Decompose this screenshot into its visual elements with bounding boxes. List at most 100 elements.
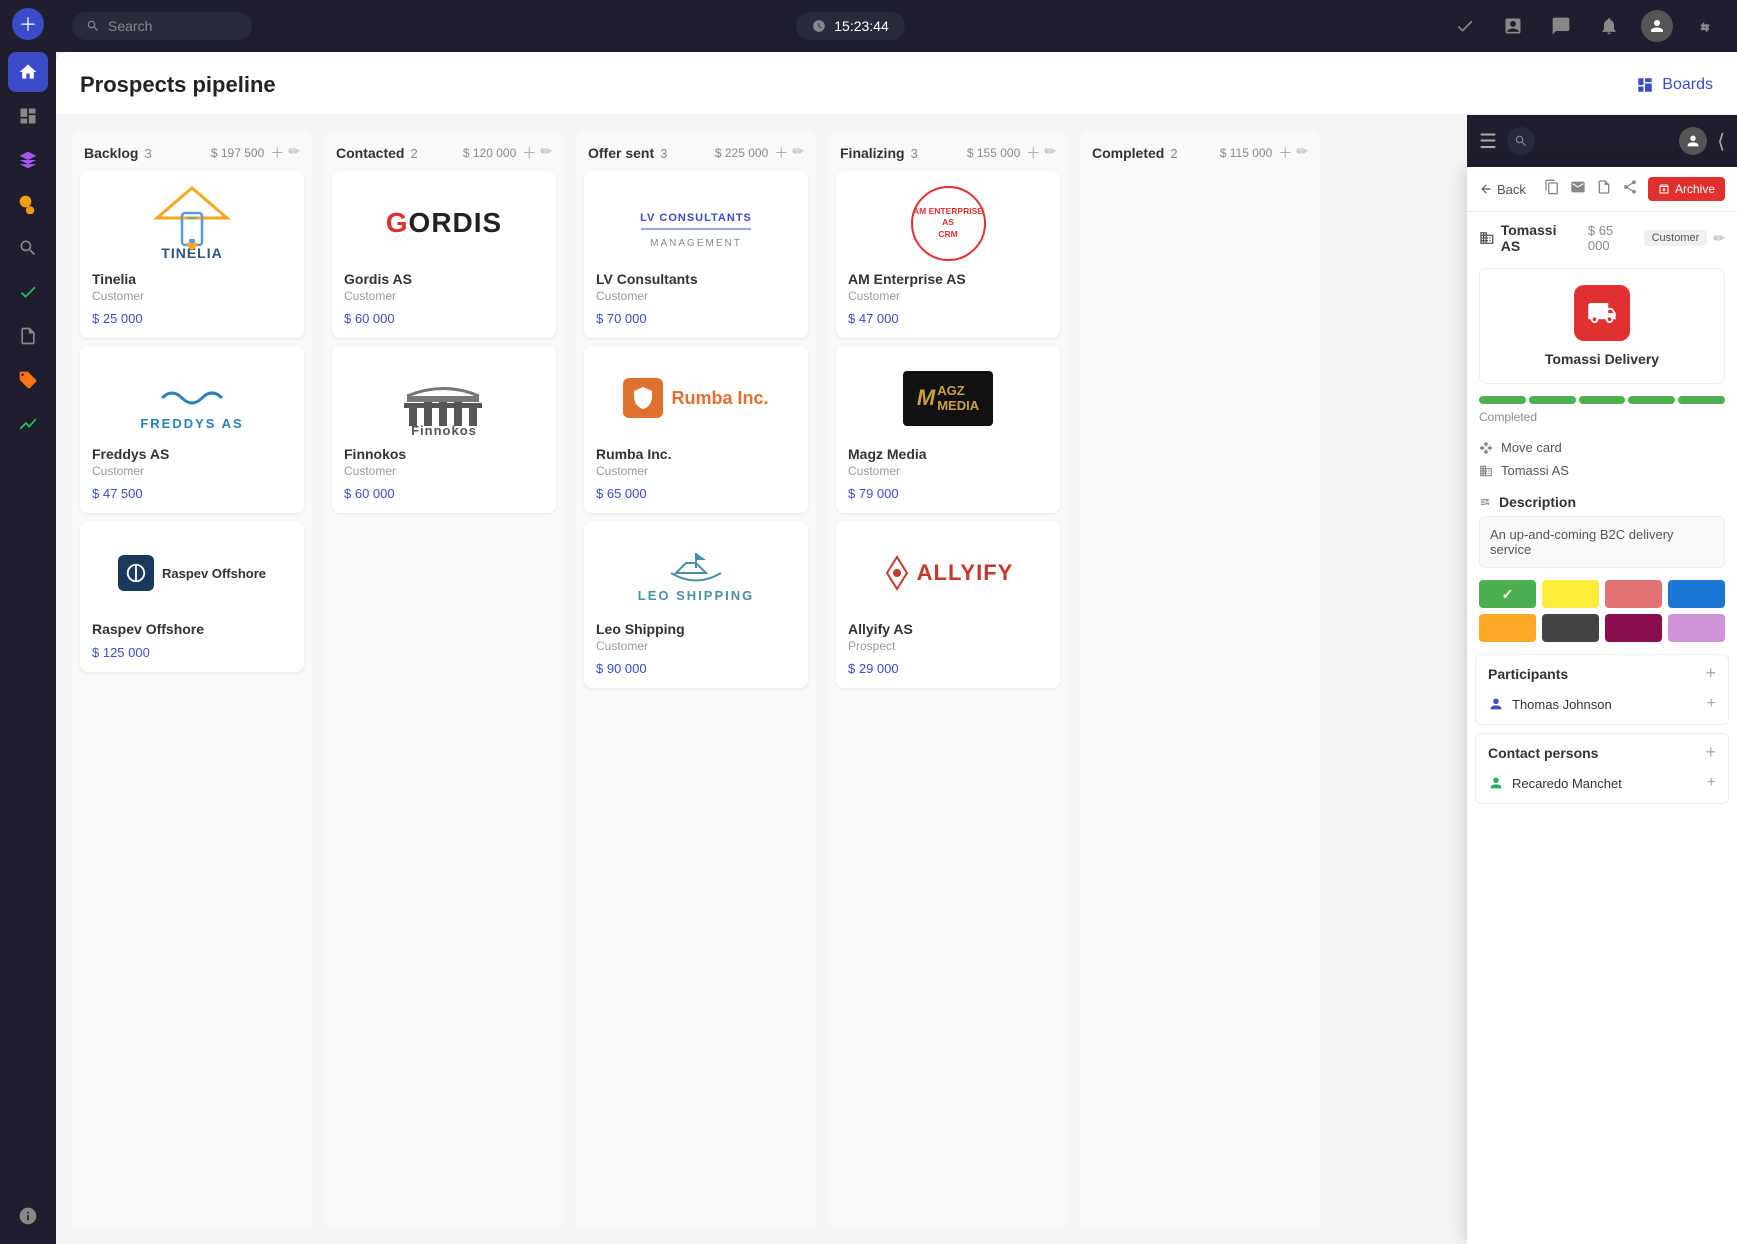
column-offer-sent: Offer sent 3 $ 225 000 ＋ ✏ [576, 131, 816, 1228]
topbar-chat-icon[interactable] [1545, 10, 1577, 42]
card-name-lv: LV Consultants [596, 271, 796, 287]
col-title-contacted: Contacted [336, 145, 404, 161]
panel-file-icon[interactable] [1596, 179, 1612, 200]
panel-action-icons: Archive [1544, 177, 1725, 201]
back-label: Back [1497, 182, 1526, 197]
sidebar-item-analytics[interactable] [8, 404, 48, 444]
card-freddys[interactable]: FREDDYS AS Freddys AS Customer $ 47 500 [80, 346, 304, 513]
column-contacted: Contacted 2 $ 120 000 ＋ ✏ [324, 131, 564, 1228]
color-yellow[interactable] [1542, 580, 1599, 608]
color-red-light[interactable] [1605, 580, 1662, 608]
panel-copy-icon[interactable] [1544, 179, 1560, 200]
description-box[interactable]: An up-and-coming B2C delivery service [1479, 516, 1725, 568]
topbar-tasks-icon[interactable] [1449, 10, 1481, 42]
sidebar-item-tags[interactable] [8, 360, 48, 400]
topbar-bell-icon[interactable] [1593, 10, 1625, 42]
panel-collapse-icon[interactable]: ⟨ [1717, 129, 1725, 154]
card-amount-rumba: $ 65 000 [596, 486, 796, 501]
sidebar-add-button[interactable]: ＋ [12, 8, 44, 40]
col-add-offer-sent[interactable]: ＋ [774, 143, 788, 163]
participants-section: Participants + Thomas Johnson + [1475, 654, 1729, 725]
company-amount: $ 65 000 [1588, 223, 1638, 253]
col-edit-finalizing[interactable]: ✏ [1044, 143, 1056, 163]
sidebar: ＋ [0, 0, 56, 1244]
color-orange[interactable] [1479, 614, 1536, 642]
panel-action-bar: Back [1467, 167, 1737, 212]
company-edit-icon[interactable]: ✏ [1713, 230, 1725, 247]
boards-label: Boards [1662, 76, 1713, 94]
card-finnokos[interactable]: Finnokos Finnokos Customer $ 60 000 [332, 346, 556, 513]
move-card-label: Move card [1501, 440, 1562, 455]
topbar-collapse-icon[interactable] [1689, 10, 1721, 42]
company-link-icon [1479, 464, 1493, 478]
col-edit-offer-sent[interactable]: ✏ [792, 143, 804, 163]
col-amount-finalizing: $ 155 000 [967, 146, 1020, 160]
panel-search-icon[interactable] [1507, 127, 1535, 155]
progress-status: Completed [1479, 410, 1725, 424]
col-add-backlog[interactable]: ＋ [270, 143, 284, 163]
user-avatar[interactable] [1641, 10, 1673, 42]
sidebar-item-search[interactable] [8, 228, 48, 268]
col-edit-completed[interactable]: ✏ [1296, 143, 1308, 163]
add-contact-icon[interactable]: + [1705, 742, 1716, 763]
col-add-finalizing[interactable]: ＋ [1026, 143, 1040, 163]
boards-button[interactable]: Boards [1636, 76, 1713, 94]
sidebar-item-docs[interactable] [8, 316, 48, 356]
card-lv-consultants[interactable]: LV CONSULTANTS MANAGEMENT LV Consultants… [584, 171, 808, 338]
color-dark[interactable] [1542, 614, 1599, 642]
archive-button[interactable]: Archive [1648, 177, 1725, 201]
card-name-am: AM Enterprise AS [848, 271, 1048, 287]
sidebar-item-home[interactable] [8, 52, 48, 92]
column-finalizing: Finalizing 3 $ 155 000 ＋ ✏ [828, 131, 1068, 1228]
archive-label: Archive [1675, 182, 1715, 196]
move-card-row[interactable]: Move card [1479, 436, 1725, 459]
col-add-contacted[interactable]: ＋ [522, 143, 536, 163]
remove-contact-icon[interactable]: + [1707, 774, 1716, 792]
company-row: Tomassi AS $ 65 000 Customer ✏ [1467, 212, 1737, 264]
card-leo-shipping[interactable]: LEO SHIPPING Leo Shipping Customer $ 90 … [584, 521, 808, 688]
add-participant-icon[interactable]: + [1705, 663, 1716, 684]
col-edit-contacted[interactable]: ✏ [540, 143, 552, 163]
remove-participant-icon[interactable]: + [1707, 695, 1716, 713]
back-button[interactable]: Back [1479, 182, 1526, 197]
color-green[interactable]: ✓ [1479, 580, 1536, 608]
card-allyify[interactable]: ALLYIFY Allyify AS Prospect $ 29 000 [836, 521, 1060, 688]
search-box[interactable]: Search [72, 12, 252, 40]
search-label: Search [108, 18, 152, 34]
column-body-offer-sent: LV CONSULTANTS MANAGEMENT LV Consultants… [576, 171, 816, 1228]
card-gordis[interactable]: GORDIS Gordis AS Customer $ 60 000 [332, 171, 556, 338]
card-type-gordis: Customer [344, 289, 544, 303]
col-amount-backlog: $ 197 500 [211, 146, 264, 160]
col-edit-backlog[interactable]: ✏ [288, 143, 300, 163]
col-add-completed[interactable]: ＋ [1278, 143, 1292, 163]
card-rumba[interactable]: Rumba Inc. Rumba Inc. Customer $ 65 000 [584, 346, 808, 513]
panel-menu-icon[interactable]: ☰ [1479, 129, 1497, 154]
card-am-enterprise[interactable]: AM ENTERPRISE ASCRM AM Enterprise AS Cus… [836, 171, 1060, 338]
company-name: Tomassi AS [1501, 222, 1578, 254]
panel-share-icon[interactable] [1622, 179, 1638, 200]
col-count-contacted: 2 [410, 146, 417, 161]
card-name-freddys: Freddys AS [92, 446, 292, 462]
sidebar-item-coins[interactable] [8, 184, 48, 224]
color-blue[interactable] [1668, 580, 1725, 608]
color-purple[interactable] [1605, 614, 1662, 642]
card-amount-magz: $ 79 000 [848, 486, 1048, 501]
card-magz-media[interactable]: M AGZMEDIA Magz Media Customer $ 79 000 [836, 346, 1060, 513]
sidebar-item-dashboard[interactable] [8, 96, 48, 136]
color-lilac[interactable] [1668, 614, 1725, 642]
progress-section: Completed [1467, 388, 1737, 432]
sidebar-item-modules[interactable] [8, 140, 48, 180]
time-display: 15:23:44 [796, 12, 905, 40]
sidebar-item-tasks[interactable] [8, 272, 48, 312]
company-link-row[interactable]: Tomassi AS [1479, 459, 1725, 482]
column-header-finalizing: Finalizing 3 $ 155 000 ＋ ✏ [828, 131, 1068, 171]
svg-text:Finnokos: Finnokos [411, 423, 477, 436]
card-raspev[interactable]: Raspev Offshore Raspev Offshore $ 125 00… [80, 521, 304, 672]
panel-email-icon[interactable] [1570, 179, 1586, 200]
card-type-finnokos: Customer [344, 464, 544, 478]
card-logo-am: AM ENTERPRISE ASCRM [848, 183, 1048, 263]
card-tinelia[interactable]: TINELIA Tinelia Customer $ 25 000 [80, 171, 304, 338]
topbar-inbox-icon[interactable] [1497, 10, 1529, 42]
col-title-backlog: Backlog [84, 145, 138, 161]
sidebar-item-info[interactable] [8, 1196, 48, 1236]
